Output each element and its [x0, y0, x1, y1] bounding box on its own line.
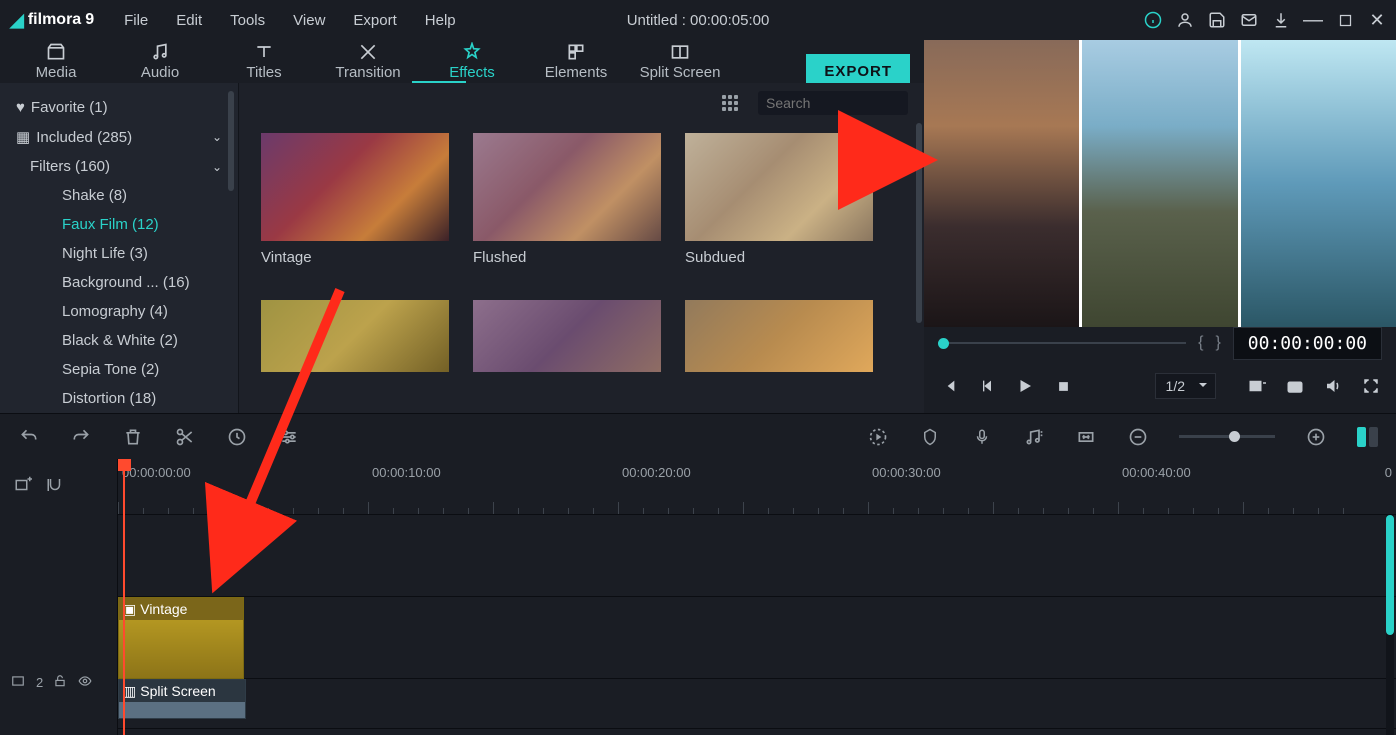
menu-view[interactable]: View	[281, 6, 337, 35]
effect-thumb-5[interactable]	[473, 300, 661, 372]
sidebar-included[interactable]: ▦Included (285)⌄	[0, 122, 238, 152]
sidebar-item-sepia[interactable]: Sepia Tone (2)	[0, 355, 238, 384]
category-tabs: Media Audio Titles Transition Effects El…	[0, 40, 924, 83]
timeline-view-toggle[interactable]	[1357, 427, 1378, 447]
heart-icon: ♥	[16, 99, 25, 116]
zoom-slider[interactable]	[1179, 435, 1275, 438]
magnet-button[interactable]	[46, 476, 64, 499]
app-logo: ◢ filmora9	[10, 10, 94, 31]
mark-out-icon[interactable]: }	[1215, 334, 1220, 352]
tab-audio[interactable]: Audio	[108, 42, 212, 81]
chevron-down-icon: ⌄	[212, 160, 222, 174]
effect-thumb-4[interactable]	[261, 300, 449, 372]
menu-help[interactable]: Help	[413, 6, 468, 35]
clip-vintage-effect[interactable]: ▣Vintage	[118, 597, 244, 679]
close-icon[interactable]: ✕	[1368, 11, 1386, 29]
timeline: 2 00:00:00:00 00:00:10:00 00:00:20:00 00…	[0, 459, 1396, 735]
effect-thumb-6[interactable]	[685, 300, 873, 372]
tab-effects[interactable]: Effects	[420, 42, 524, 81]
timeline-ruler[interactable]: 00:00:00:00 00:00:10:00 00:00:20:00 00:0…	[118, 459, 1396, 515]
fullscreen-icon[interactable]	[1360, 375, 1382, 397]
account-icon[interactable]	[1176, 11, 1194, 29]
sidebar-scrollbar[interactable]	[228, 91, 234, 191]
delete-button[interactable]	[122, 426, 144, 448]
sidebar-item-background[interactable]: Background ... (16)	[0, 268, 238, 297]
menu-export[interactable]: Export	[341, 6, 408, 35]
snapshot-icon[interactable]	[1284, 375, 1306, 397]
step-back-button[interactable]	[976, 375, 998, 397]
track-number: 2	[36, 675, 43, 690]
search-input[interactable]	[758, 91, 908, 115]
track-icon	[10, 674, 26, 691]
timeline-scrollbar[interactable]	[1386, 515, 1394, 635]
quality-icon[interactable]	[1246, 375, 1268, 397]
seek-slider[interactable]	[938, 342, 1186, 344]
save-icon[interactable]	[1208, 11, 1226, 29]
tab-media[interactable]: Media	[4, 42, 108, 81]
sidebar-item-faux-film[interactable]: Faux Film (12)	[0, 210, 238, 239]
sidebar-item-bw[interactable]: Black & White (2)	[0, 326, 238, 355]
add-track-button[interactable]	[14, 476, 32, 499]
volume-icon[interactable]	[1322, 375, 1344, 397]
stop-button[interactable]	[1052, 375, 1074, 397]
effects-sidebar: ♥Favorite (1) ▦Included (285)⌄ Filters (…	[0, 83, 238, 413]
voiceover-button[interactable]	[971, 426, 993, 448]
sidebar-item-distortion[interactable]: Distortion (18)	[0, 384, 238, 413]
grid-scrollbar[interactable]	[916, 123, 922, 323]
speed-button[interactable]	[226, 426, 248, 448]
logo-icon: ◢	[10, 10, 24, 31]
tab-split-screen[interactable]: Split Screen	[628, 42, 732, 81]
grid-small-icon: ▦	[16, 129, 30, 146]
menu-file[interactable]: File	[112, 6, 160, 35]
zoom-in-button[interactable]	[1305, 426, 1327, 448]
sidebar-favorite[interactable]: ♥Favorite (1)	[0, 93, 238, 122]
render-button[interactable]	[867, 426, 889, 448]
grid-view-icon[interactable]	[722, 95, 742, 111]
minimize-icon[interactable]: —	[1304, 11, 1322, 29]
play-button[interactable]	[1014, 375, 1036, 397]
timeline-toolbar	[0, 413, 1396, 459]
chevron-down-icon: ⌄	[212, 130, 222, 144]
audio-mixer-button[interactable]	[1023, 426, 1045, 448]
eye-icon[interactable]	[77, 674, 93, 691]
split-button[interactable]	[174, 426, 196, 448]
track-header[interactable]: 2	[0, 629, 117, 735]
tab-transition[interactable]: Transition	[316, 42, 420, 81]
track-empty[interactable]	[118, 515, 1396, 597]
sidebar-item-shake[interactable]: Shake (8)	[0, 181, 238, 210]
playhead[interactable]	[123, 459, 125, 735]
effect-thumb-flushed[interactable]: Flushed	[473, 133, 661, 266]
document-title: Untitled : 00:00:05:00	[627, 12, 770, 29]
mark-in-icon[interactable]: {	[1198, 334, 1203, 352]
menu-edit[interactable]: Edit	[164, 6, 214, 35]
info-icon[interactable]	[1144, 11, 1162, 29]
effect-thumb-vintage[interactable]: Vintage	[261, 133, 449, 266]
sidebar-item-night-life[interactable]: Night Life (3)	[0, 239, 238, 268]
preview-pane: { } 00:00:00:00 1/2	[924, 40, 1396, 413]
track-video[interactable]: ▥Split Screen	[118, 679, 1396, 729]
lock-icon[interactable]	[53, 674, 67, 691]
effect-thumb-subdued[interactable]: Subdued	[685, 133, 873, 266]
sidebar-item-lomography[interactable]: Lomography (4)	[0, 297, 238, 326]
mail-icon[interactable]	[1240, 11, 1258, 29]
tab-titles[interactable]: Titles	[212, 42, 316, 81]
fit-button[interactable]	[1075, 426, 1097, 448]
marker-button[interactable]	[919, 426, 941, 448]
undo-button[interactable]	[18, 426, 40, 448]
sidebar-filters[interactable]: Filters (160)⌄	[0, 152, 238, 181]
zoom-out-button[interactable]	[1127, 426, 1149, 448]
prev-frame-button[interactable]	[938, 375, 960, 397]
redo-button[interactable]	[70, 426, 92, 448]
menu-tools[interactable]: Tools	[218, 6, 277, 35]
download-icon[interactable]	[1272, 11, 1290, 29]
preview-scale-select[interactable]: 1/2	[1155, 373, 1216, 399]
maximize-icon[interactable]	[1336, 11, 1354, 29]
preview-viewport[interactable]	[924, 40, 1396, 327]
clip-split-screen[interactable]: ▥Split Screen	[118, 679, 246, 719]
track-effects[interactable]: ▣Vintage	[118, 597, 1396, 679]
tab-elements[interactable]: Elements	[524, 42, 628, 81]
timecode-display: 00:00:00:00	[1233, 327, 1382, 360]
title-bar: ◢ filmora9 File Edit Tools View Export H…	[0, 0, 1396, 40]
adjust-button[interactable]	[278, 426, 300, 448]
